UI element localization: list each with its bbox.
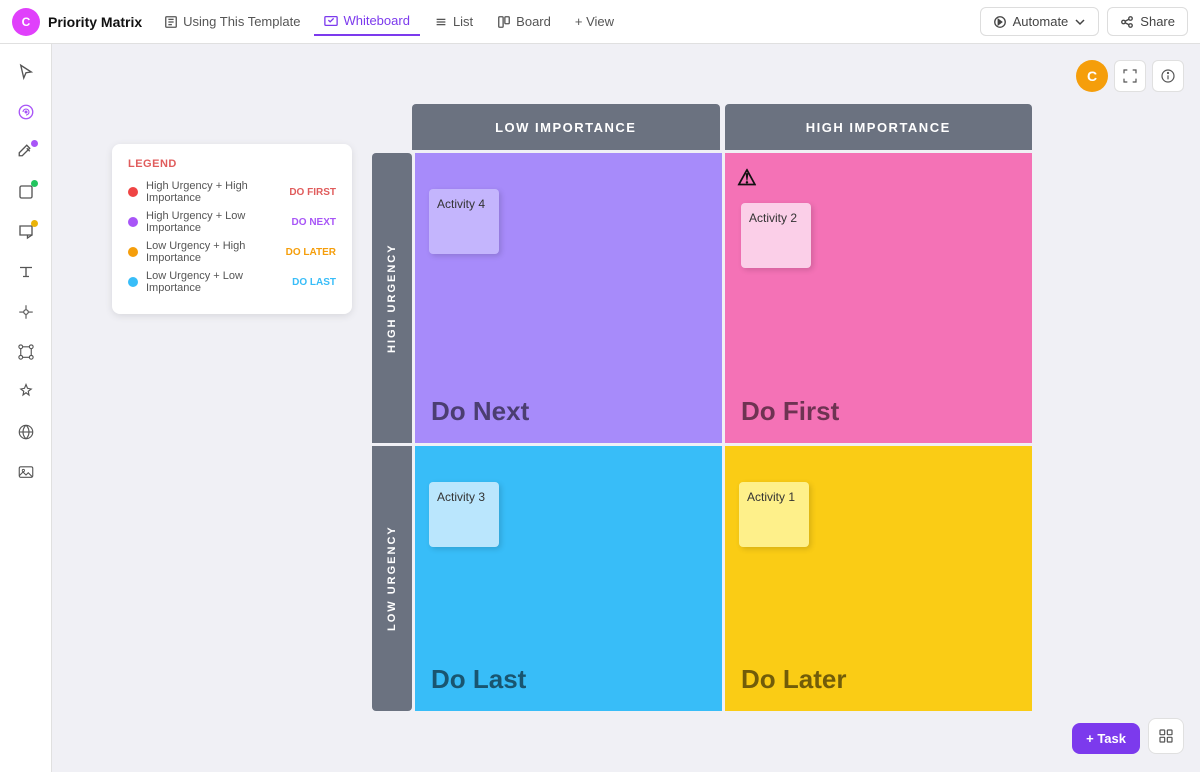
- ai-icon: [17, 103, 35, 121]
- app-logo: C: [12, 8, 40, 36]
- tool-shape[interactable]: [8, 174, 44, 210]
- board-icon: [497, 15, 511, 29]
- info-button[interactable]: [1152, 60, 1184, 92]
- grid-view-button[interactable]: [1148, 718, 1184, 754]
- activity1-sticky[interactable]: Activity 1: [739, 482, 809, 547]
- tool-effects[interactable]: [8, 374, 44, 410]
- tool-globe[interactable]: [8, 414, 44, 450]
- main-area: C LEGEND High Urgency + High Importance …: [0, 44, 1200, 772]
- task-button[interactable]: + Task: [1072, 723, 1140, 754]
- pen-dot: [31, 140, 38, 147]
- canvas[interactable]: C LEGEND High Urgency + High Importance …: [52, 44, 1200, 772]
- legend-item-last: Low Urgency + Low Importance DO LAST: [128, 270, 336, 294]
- tool-image[interactable]: [8, 454, 44, 490]
- tool-ai[interactable]: [8, 94, 44, 130]
- legend-dot-first: [128, 187, 138, 197]
- do-first-label: Do First: [741, 396, 839, 427]
- quadrant-do-next[interactable]: Activity 4 Do Next: [415, 153, 722, 443]
- legend-box: LEGEND High Urgency + High Importance DO…: [112, 144, 352, 314]
- quadrant-do-last[interactable]: Activity 3 Do Last: [415, 446, 722, 711]
- whiteboard-icon: [324, 14, 338, 28]
- matrix-row-low-urgency: LOW URGENCY Activity 3 Do Last Activity …: [372, 446, 1032, 711]
- share-icon: [1120, 15, 1134, 29]
- legend-item-later: Low Urgency + High Importance DO LATER: [128, 240, 336, 264]
- topbar-right: Automate Share: [980, 7, 1188, 36]
- note-dot: [31, 220, 38, 227]
- row-header-high-urgency: HIGH URGENCY: [372, 153, 412, 443]
- fit-screen-button[interactable]: [1114, 60, 1146, 92]
- do-later-label: Do Later: [741, 664, 846, 695]
- tool-connect[interactable]: [8, 334, 44, 370]
- automate-icon: [993, 15, 1007, 29]
- transform-icon: [17, 303, 35, 321]
- do-last-label: Do Last: [431, 664, 526, 695]
- fit-screen-icon: [1122, 68, 1138, 84]
- legend-dot-next: [128, 217, 138, 227]
- do-next-label: Do Next: [431, 396, 529, 427]
- activity4-sticky[interactable]: Activity 4: [429, 189, 499, 254]
- tool-text[interactable]: [8, 254, 44, 290]
- quadrant-do-first[interactable]: ⚠ Activity 2 Do First: [725, 153, 1032, 443]
- legend-item-first: High Urgency + High Importance DO FIRST: [128, 180, 336, 204]
- text-icon: [17, 263, 35, 281]
- info-icon: [1160, 68, 1176, 84]
- legend-dot-last: [128, 277, 138, 287]
- cursor-icon: [17, 63, 35, 81]
- tool-pen[interactable]: [8, 134, 44, 170]
- tool-transform[interactable]: [8, 294, 44, 330]
- template-icon: [164, 15, 178, 29]
- tab-list[interactable]: List: [424, 8, 483, 35]
- col-header-low-importance: LOW IMPORTANCE: [412, 104, 720, 150]
- app-title: Priority Matrix: [48, 14, 142, 30]
- matrix-row-high-urgency: HIGH URGENCY Activity 4 Do Next ⚠ Activi…: [372, 150, 1032, 443]
- tab-add-view[interactable]: + View: [565, 8, 624, 35]
- canvas-controls: C: [1076, 60, 1184, 92]
- share-button[interactable]: Share: [1107, 7, 1188, 36]
- legend-dot-later: [128, 247, 138, 257]
- sidebar: [0, 44, 52, 772]
- col-header-high-importance: HIGH IMPORTANCE: [725, 104, 1033, 150]
- tab-board[interactable]: Board: [487, 8, 561, 35]
- legend-item-next: High Urgency + Low Importance DO NEXT: [128, 210, 336, 234]
- effects-icon: [17, 383, 35, 401]
- grid-icon: [1158, 728, 1174, 744]
- chevron-down-icon: [1074, 16, 1086, 28]
- topbar: C Priority Matrix Using This Template Wh…: [0, 0, 1200, 44]
- matrix: LOW IMPORTANCE HIGH IMPORTANCE HIGH URGE…: [372, 104, 1032, 754]
- tab-whiteboard[interactable]: Whiteboard: [314, 7, 419, 36]
- quadrant-do-later[interactable]: Activity 1 Do Later: [725, 446, 1032, 711]
- automate-button[interactable]: Automate: [980, 7, 1100, 36]
- tab-using-template[interactable]: Using This Template: [154, 8, 310, 35]
- tool-cursor[interactable]: [8, 54, 44, 90]
- user-avatar: C: [1076, 60, 1108, 92]
- globe-icon: [17, 423, 35, 441]
- image-icon: [17, 463, 35, 481]
- activity2-sticky[interactable]: Activity 2: [741, 203, 811, 268]
- tool-note[interactable]: [8, 214, 44, 250]
- urgency-icon: ⚠: [737, 165, 757, 191]
- legend-title: LEGEND: [128, 158, 336, 170]
- row-header-low-urgency: LOW URGENCY: [372, 446, 412, 711]
- activity3-sticky[interactable]: Activity 3: [429, 482, 499, 547]
- list-icon: [434, 15, 448, 29]
- col-headers: LOW IMPORTANCE HIGH IMPORTANCE: [412, 104, 1032, 150]
- shape-dot: [31, 180, 38, 187]
- connect-icon: [17, 343, 35, 361]
